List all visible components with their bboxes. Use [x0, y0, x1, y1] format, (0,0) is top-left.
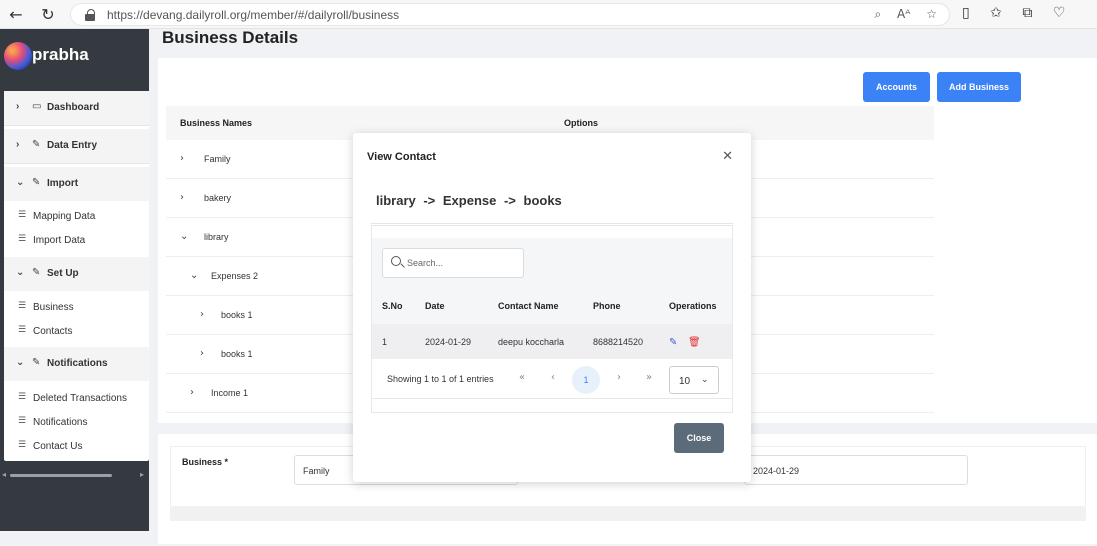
chevron-right-icon[interactable]: ›: [180, 153, 184, 164]
sidebar-item-import-data[interactable]: ☰ Import Data: [4, 229, 149, 251]
chevron-down-icon: ⌄: [16, 267, 25, 278]
chevron-down-icon: ⌄: [16, 357, 25, 368]
address-bar[interactable]: https://devang.dailyroll.org/member/#/da…: [70, 3, 950, 26]
last-page-icon[interactable]: »: [646, 372, 652, 383]
modal-breadcrumb: library -> Expense -> books: [376, 193, 562, 208]
brand-name: prabha: [32, 45, 89, 64]
pagination: Showing 1 to 1 of 1 entries « ‹ 1 › » 10…: [372, 356, 732, 394]
browser-toolbar: ← ↻ https://devang.dailyroll.org/member/…: [0, 0, 1097, 29]
read-aloud-icon[interactable]: Aᴬ: [897, 7, 910, 21]
sidebar-item-dashboard[interactable]: › ▭ Dashboard: [4, 91, 149, 125]
chevron-right-icon[interactable]: ›: [180, 192, 184, 203]
url-text: https://devang.dailyroll.org/member/#/da…: [107, 8, 400, 22]
zoom-icon[interactable]: ⌕: [874, 7, 881, 21]
sidebar-item-contact-us[interactable]: ☰ Contact Us: [4, 435, 149, 457]
search-icon: [391, 256, 401, 266]
next-page-icon[interactable]: ›: [617, 372, 621, 383]
chevron-down-icon: ⌄: [701, 375, 709, 385]
first-page-icon[interactable]: «: [519, 372, 525, 383]
split-screen-icon[interactable]: ▯: [962, 5, 970, 21]
sidebar-scrollbar[interactable]: ◂ ▸: [0, 467, 149, 483]
brand-logo: [4, 42, 32, 70]
modal-title: View Contact: [367, 151, 436, 163]
favorite-star-icon[interactable]: ☆: [926, 7, 937, 21]
col-options: Options: [564, 118, 598, 128]
sidebar-item-deleted-transactions[interactable]: ☰ Deleted Transactions: [4, 387, 149, 409]
scroll-right-icon[interactable]: ▸: [140, 470, 144, 479]
col-business-names: Business Names: [180, 118, 253, 128]
chevron-down-icon[interactable]: ⌄: [180, 231, 188, 242]
list-icon: ☰: [18, 440, 27, 450]
sidebar-item-business[interactable]: ☰ Business: [4, 296, 149, 318]
chevron-down-icon[interactable]: ⌄: [190, 270, 198, 281]
entries-info: Showing 1 to 1 of 1 entries: [387, 374, 494, 384]
close-button[interactable]: Close: [674, 423, 724, 453]
sidebar-item-contacts[interactable]: ☰ Contacts: [4, 320, 149, 342]
list-icon: ☰: [18, 416, 27, 426]
sidebar: prabha › ▭ Dashboard › ✎ Data Entry ⌄ ✎ …: [0, 29, 149, 531]
add-business-button[interactable]: Add Business: [937, 72, 1021, 102]
chevron-right-icon[interactable]: ›: [200, 309, 204, 320]
page-size-select[interactable]: 10 ⌄: [669, 366, 719, 394]
list-icon: ☰: [18, 234, 27, 244]
list-icon: ☰: [18, 210, 27, 220]
trash-icon[interactable]: 🗑: [688, 337, 701, 348]
sidebar-item-import[interactable]: ⌄ ✎ Import: [4, 167, 149, 201]
page-title: Business Details: [162, 28, 299, 47]
pencil-icon: ✎: [32, 357, 41, 368]
sidebar-item-mapping-data[interactable]: ☰ Mapping Data: [4, 205, 149, 227]
sidebar-item-data-entry[interactable]: › ✎ Data Entry: [4, 129, 149, 163]
list-icon: ☰: [18, 325, 27, 335]
contact-table-card: Search... S.No Date Contact Name Phone O…: [371, 225, 733, 413]
pencil-icon: ✎: [32, 267, 41, 278]
sidebar-item-notifications[interactable]: ⌄ ✎ Notifications: [4, 347, 149, 381]
contact-table-header: S.No Date Contact Name Phone Operations: [382, 301, 717, 311]
date-field[interactable]: 2024-01-29: [744, 455, 968, 485]
lock-icon: [85, 9, 95, 21]
favorites-icon[interactable]: ✩: [990, 5, 1002, 21]
contact-table-area: Search... S.No Date Contact Name Phone O…: [372, 238, 732, 359]
chevron-right-icon[interactable]: ›: [190, 387, 194, 398]
list-icon: ☰: [18, 301, 27, 311]
search-input[interactable]: Search...: [382, 248, 524, 278]
scroll-left-icon[interactable]: ◂: [2, 470, 6, 479]
pencil-icon: ✎: [32, 139, 41, 150]
pencil-icon: ✎: [32, 177, 41, 188]
chevron-right-icon[interactable]: ›: [200, 348, 204, 359]
collections-icon[interactable]: ⧉: [1022, 5, 1032, 21]
page-1-button[interactable]: 1: [572, 366, 600, 394]
edit-icon[interactable]: ✎: [669, 337, 677, 348]
reload-icon[interactable]: ↻: [38, 5, 58, 25]
sidebar-item-set-up[interactable]: ⌄ ✎ Set Up: [4, 257, 149, 291]
chevron-right-icon: ›: [16, 101, 20, 112]
sidebar-menu: › ▭ Dashboard › ✎ Data Entry ⌄ ✎ Import …: [4, 91, 149, 461]
chevron-down-icon: ⌄: [16, 177, 25, 188]
table-row: 1 2024-01-29 deepu koccharla 8688214520 …: [372, 324, 732, 359]
close-icon[interactable]: ✕: [722, 149, 733, 164]
scrollbar-thumb[interactable]: [10, 474, 112, 477]
browser-essentials-icon[interactable]: ♡: [1053, 5, 1066, 21]
chevron-right-icon: ›: [16, 139, 20, 150]
accounts-button[interactable]: Accounts: [863, 72, 930, 102]
business-label: Business *: [182, 457, 229, 467]
view-contact-modal: View Contact ✕ library -> Expense -> boo…: [353, 133, 751, 482]
page-icon: ▭: [32, 101, 42, 112]
sidebar-item-notifications-list[interactable]: ☰ Notifications: [4, 411, 149, 433]
prev-page-icon[interactable]: ‹: [551, 372, 555, 383]
list-icon: ☰: [18, 392, 27, 402]
form-panel-footer: [170, 506, 1086, 521]
back-arrow-icon[interactable]: ←: [6, 5, 26, 25]
